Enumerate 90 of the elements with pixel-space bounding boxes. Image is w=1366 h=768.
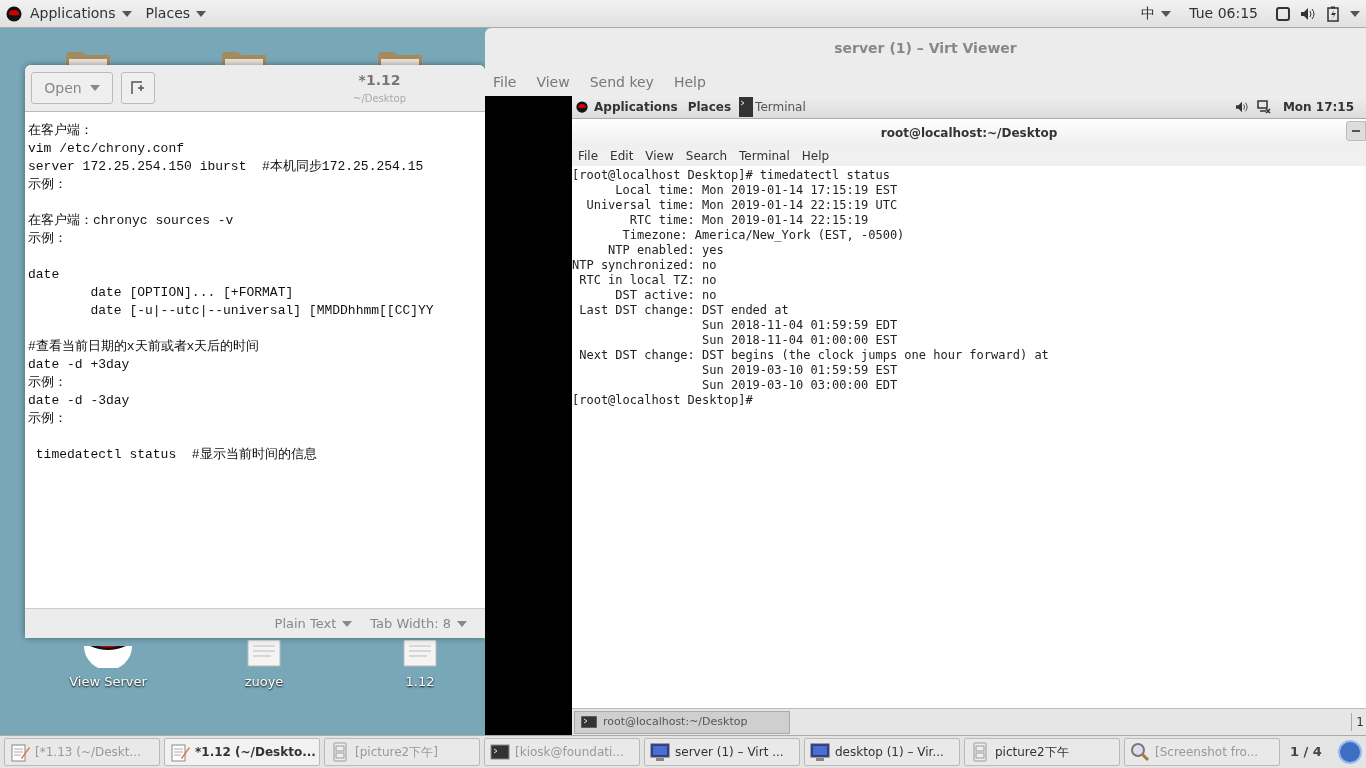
- text-line: server 172.25.254.150 iburst #本机同步172.25.254.15: [28, 158, 424, 176]
- hat-icon: [6, 5, 22, 22]
- terminal-line: [root@localhost Desktop]#: [572, 393, 753, 408]
- taskbar-item[interactable]: *1.12 (~/Deskto...: [164, 738, 320, 766]
- terminal-line: DST active: no: [614, 288, 717, 303]
- terminal-line: Last DST change: DST ended at: [578, 303, 789, 318]
- menu-item[interactable]: File: [493, 71, 517, 93]
- document-title: *1.12: [358, 71, 401, 90]
- text-line: date [-u|--utc|--universal] [MMDDhhmm[[CC]YY: [89, 302, 434, 320]
- new-document-icon: [131, 81, 145, 95]
- clock[interactable]: Tue 06:15: [1189, 3, 1258, 24]
- terminal-line: Next DST change: DST begins (the clock jumps one hour forward) at: [578, 348, 1049, 363]
- caret-icon: [1161, 10, 1172, 17]
- guest-menu[interactable]: Places: [687, 98, 732, 116]
- taskbar-item[interactable]: desktop (1) – Vir...: [804, 738, 960, 766]
- text-line: timedatectl status #显示当前时间的信息: [34, 446, 317, 464]
- terminal-line: NTP synchronized: no: [572, 258, 717, 273]
- new-tab-button[interactable]: [121, 72, 155, 104]
- monitor-icon: [649, 741, 671, 763]
- document-path: ~/Desktop: [353, 92, 406, 106]
- text-line: date: [28, 266, 60, 284]
- battery-icon[interactable]: [1326, 5, 1340, 22]
- terminal-menu-item[interactable]: Help: [801, 147, 830, 165]
- terminal-icon: [739, 97, 754, 117]
- volume-icon[interactable]: [1300, 6, 1316, 21]
- menu-item[interactable]: Help: [673, 71, 706, 93]
- guest-menu[interactable]: Applications: [594, 98, 678, 116]
- menu-item[interactable]: Send key: [589, 71, 654, 93]
- terminal-line: Universal time: Mon 2019-01-14 22:15:19 UTC: [585, 198, 898, 213]
- magnifier-icon: [1129, 741, 1151, 763]
- document-icon: [403, 640, 437, 668]
- terminal-line: Local time: Mon 2019-01-14 17:15:19 EST: [614, 183, 898, 198]
- text-line: date -d -3day: [28, 392, 130, 410]
- notification-icon[interactable]: [1338, 740, 1362, 764]
- terminal-menu-item[interactable]: File: [578, 147, 599, 165]
- terminal-line: NTP enabled: yes: [607, 243, 724, 258]
- top-menu[interactable]: Places: [145, 3, 207, 24]
- logo-icon: [84, 646, 132, 668]
- terminal-line: Timezone: America/New_York (EST, -0500): [621, 228, 905, 243]
- terminal-icon: [489, 741, 511, 763]
- minimize-icon: [1352, 130, 1360, 132]
- document-icon: [247, 640, 281, 668]
- text-line: 示例：: [28, 176, 67, 194]
- text-line: 示例：: [28, 410, 67, 428]
- terminal-line: Sun 2019-03-10 03:00:00 EDT: [701, 378, 898, 393]
- window-icon[interactable]: [1276, 6, 1290, 21]
- menu-item[interactable]: View: [536, 71, 570, 93]
- taskbar-item[interactable]: server (1) – Virt ...: [644, 738, 800, 766]
- hat-icon: [576, 101, 588, 113]
- top-menu[interactable]: Applications: [30, 3, 132, 24]
- caret-icon: [196, 10, 207, 17]
- monitor-icon: [809, 741, 831, 763]
- text-line: 示例：: [28, 230, 67, 248]
- window-title: server (1) – Virt Viewer: [834, 38, 1017, 58]
- text-line: date -d +3day: [28, 356, 130, 374]
- guest-clock[interactable]: Mon 17:15: [1282, 98, 1354, 116]
- terminal-line: Sun 2019-03-10 01:59:59 EST: [701, 363, 898, 378]
- terminal-icon: [581, 716, 597, 728]
- guest-taskbar-item[interactable]: root@localhost:~/Desktop: [574, 710, 790, 734]
- notepad-pencil-icon: [9, 741, 31, 763]
- terminal-line: Sun 2018-11-04 01:59:59 EDT: [701, 318, 898, 333]
- text-line: vim /etc/chrony.conf: [28, 140, 185, 158]
- text-line: 在客户端：: [28, 122, 93, 140]
- terminal-menu-item[interactable]: Terminal: [739, 147, 790, 165]
- terminal-menu-item[interactable]: Edit: [610, 147, 634, 165]
- terminal-line: Sun 2018-11-04 01:00:00 EST: [701, 333, 898, 348]
- terminal-line: RTC time: Mon 2019-01-14 22:15:19: [628, 213, 869, 228]
- taskbar-item[interactable]: picture2下午: [964, 738, 1120, 766]
- minimize-button[interactable]: [1346, 121, 1366, 141]
- terminal-line: [root@localhost Desktop]# timedatectl status: [572, 168, 890, 183]
- network-disconnected-icon[interactable]: [1256, 100, 1271, 114]
- volume-icon[interactable]: [1234, 101, 1249, 113]
- text-line: date [OPTION]... [+FORMAT]: [89, 284, 294, 302]
- input-method-indicator[interactable]: 中: [1141, 3, 1172, 24]
- workspace-pager[interactable]: 1 / 4: [1290, 742, 1322, 762]
- text-line: 在客户端：chronyc sources -v: [28, 212, 234, 230]
- workspace-indicator[interactable]: 1: [1351, 713, 1364, 731]
- terminal-menu-item[interactable]: Search: [685, 147, 728, 165]
- guest-task-button[interactable]: Terminal: [739, 95, 806, 119]
- notepad-pencil-icon: [169, 741, 191, 763]
- caret-icon: [1350, 10, 1360, 17]
- terminal-line: RTC in local TZ: no: [578, 273, 717, 288]
- caret-icon: [121, 10, 132, 17]
- text-line: #查看当前日期的x天前或者x天后的时间: [28, 338, 260, 356]
- text-line: 示例：: [28, 374, 67, 392]
- terminal-menu-item[interactable]: View: [645, 147, 674, 165]
- caret-icon: [342, 620, 353, 627]
- terminal-title: root@localhost:~/Desktop: [880, 124, 1058, 142]
- caret-icon: [89, 85, 100, 91]
- caret-icon: [457, 620, 467, 627]
